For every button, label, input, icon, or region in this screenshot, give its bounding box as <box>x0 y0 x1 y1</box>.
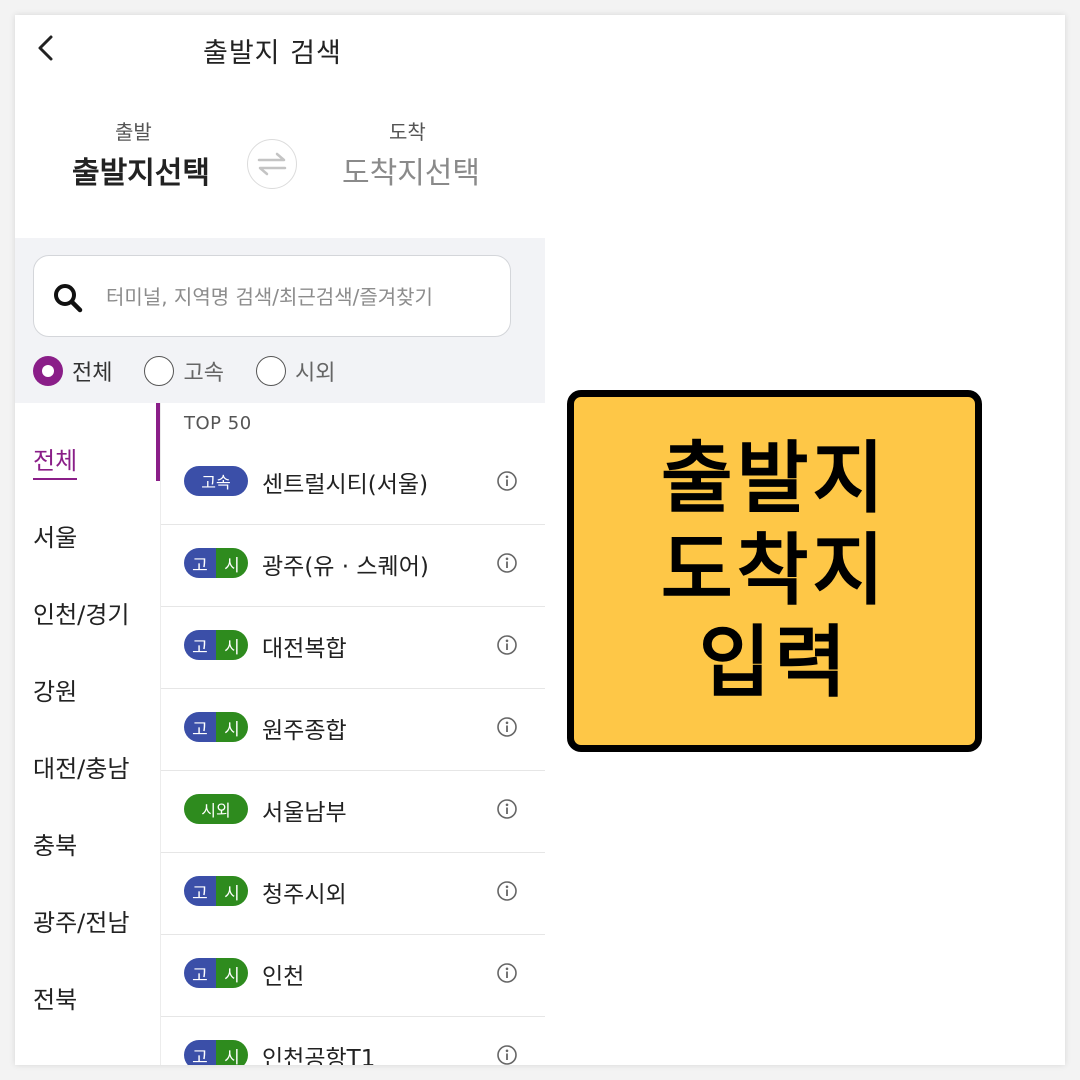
search-box[interactable] <box>33 255 511 337</box>
badge-express-part: 고 <box>184 630 216 660</box>
section-label: TOP 50 <box>184 413 252 434</box>
badge-express-part: 고 <box>184 958 216 988</box>
app-screen: 출발지 검색 출발 출발지선택 도착 도착지선택 전체 고속 <box>15 15 1065 1065</box>
info-icon[interactable] <box>496 880 518 902</box>
terminal-row[interactable]: 고 시 광주(유 · 스퀘어) <box>161 525 545 607</box>
badge-express-part: 고 <box>184 548 216 578</box>
filter-all-label: 전체 <box>72 361 113 386</box>
arrival-label: 도착 <box>389 120 426 144</box>
terminal-type-badge: 고시 <box>184 712 248 742</box>
promo-banner: 출발지 도착지 입력 <box>567 390 982 752</box>
terminal-type-badge: 고시 <box>184 630 248 660</box>
badge-intercity-part: 시 <box>216 876 248 906</box>
badge-pill: 고시 <box>184 1040 248 1065</box>
filter-express-label: 고속 <box>183 361 224 386</box>
badge-intercity-part: 시 <box>216 712 248 742</box>
terminal-row[interactable]: 시외 서울남부 <box>161 771 545 853</box>
filter-express[interactable]: 고속 <box>144 355 224 387</box>
terminal-name: 광주(유 · 스퀘어) <box>262 554 429 580</box>
swap-arrows-icon <box>257 152 287 176</box>
badge-intercity-part: 시 <box>216 548 248 578</box>
badge-pill: 고시 <box>184 712 248 742</box>
badge-pill: 고시 <box>184 958 248 988</box>
badge-pill: 고시 <box>184 548 248 578</box>
departure-select[interactable]: 출발지선택 <box>72 148 210 192</box>
terminal-name: 센트럴시티(서울) <box>262 472 429 498</box>
search-input[interactable] <box>104 276 503 318</box>
region-item-jeonbuk[interactable]: 전북 <box>33 980 77 1015</box>
info-icon[interactable] <box>496 470 518 492</box>
terminal-name: 인천 <box>262 964 305 990</box>
badge-intercity-part: 시 <box>216 1040 248 1065</box>
radio-unselected-icon <box>255 356 286 386</box>
filter-intercity[interactable]: 시외 <box>255 355 336 387</box>
badge-express-part: 고 <box>184 712 216 742</box>
badge-express-part: 고 <box>184 1040 216 1065</box>
badge-express-part: 고 <box>184 876 216 906</box>
region-list: 전체 서울 인천/경기 강원 대전/충남 충북 광주/전남 전북 부산/경남 <box>15 403 160 1065</box>
page-title: 출발지 검색 <box>203 38 342 69</box>
filter-intercity-label: 시외 <box>294 361 336 386</box>
terminal-name: 인천공항T1 <box>262 1046 376 1065</box>
info-icon[interactable] <box>496 1044 518 1065</box>
badge-intercity-part: 시 <box>216 630 248 660</box>
terminal-name: 원주종합 <box>262 718 347 744</box>
info-icon[interactable] <box>496 962 518 984</box>
arrival-select[interactable]: 도착지선택 <box>342 148 480 192</box>
terminal-type-badge: 고시 <box>184 876 248 906</box>
region-item-all[interactable]: 전체 <box>33 441 78 480</box>
badge-intercity-part: 시 <box>216 958 248 988</box>
radio-selected-icon <box>33 356 63 386</box>
terminal-name: 서울남부 <box>262 800 347 826</box>
back-arrow-icon[interactable] <box>33 33 59 63</box>
region-item-busan-gyeongnam[interactable]: 부산/경남 <box>33 1057 129 1065</box>
info-icon[interactable] <box>496 716 518 738</box>
active-underline <box>33 478 78 480</box>
badge-pill: 고시 <box>184 876 248 906</box>
radio-unselected-icon <box>144 356 175 386</box>
promo-line: 입력 <box>698 618 851 708</box>
terminal-row[interactable]: 고 시 인천공항T1 <box>161 1017 545 1065</box>
region-item-gangwon[interactable]: 강원 <box>33 672 77 707</box>
region-item-chungbuk[interactable]: 충북 <box>33 826 77 861</box>
terminal-row[interactable]: 고 시 인천 <box>161 935 545 1017</box>
region-item-daejeon-chungnam[interactable]: 대전/충남 <box>33 749 129 784</box>
terminal-row[interactable]: 고 시 청주시외 <box>161 853 545 935</box>
region-item-incheon-gyeonggi[interactable]: 인천/경기 <box>33 595 129 630</box>
region-label: 전체 <box>33 447 78 475</box>
filter-all[interactable]: 전체 <box>33 355 112 387</box>
region-item-gwangju-jeonnam[interactable]: 광주/전남 <box>33 903 129 938</box>
terminal-type-badge: 고시 <box>184 1040 248 1065</box>
badge-pill: 고시 <box>184 630 248 660</box>
info-icon[interactable] <box>496 552 518 574</box>
departure-label: 출발 <box>115 120 152 144</box>
terminal-type-badge: 고속 <box>184 466 248 496</box>
region-item-seoul[interactable]: 서울 <box>33 518 77 553</box>
promo-line: 도착지 <box>660 526 889 616</box>
terminal-type-badge: 고시 <box>184 548 248 578</box>
badge-express: 고속 <box>184 466 248 496</box>
filter-radio-group: 전체 고속 시외 <box>33 355 367 387</box>
search-area: 전체 고속 시외 <box>15 238 545 403</box>
info-icon[interactable] <box>496 798 518 820</box>
swap-button[interactable] <box>247 139 297 189</box>
terminal-name: 청주시외 <box>262 882 347 908</box>
terminal-name: 대전복합 <box>262 636 347 662</box>
promo-line: 출발지 <box>660 434 889 524</box>
terminal-type-badge: 시외 <box>184 794 248 824</box>
badge-intercity: 시외 <box>184 794 248 824</box>
search-icon <box>54 284 83 313</box>
info-icon[interactable] <box>496 634 518 656</box>
terminal-type-badge: 고시 <box>184 958 248 988</box>
terminal-row[interactable]: 고 시 대전복합 <box>161 607 545 689</box>
terminal-row[interactable]: 고속 센트럴시티(서울) <box>161 443 545 525</box>
terminal-row[interactable]: 고 시 원주종합 <box>161 689 545 771</box>
